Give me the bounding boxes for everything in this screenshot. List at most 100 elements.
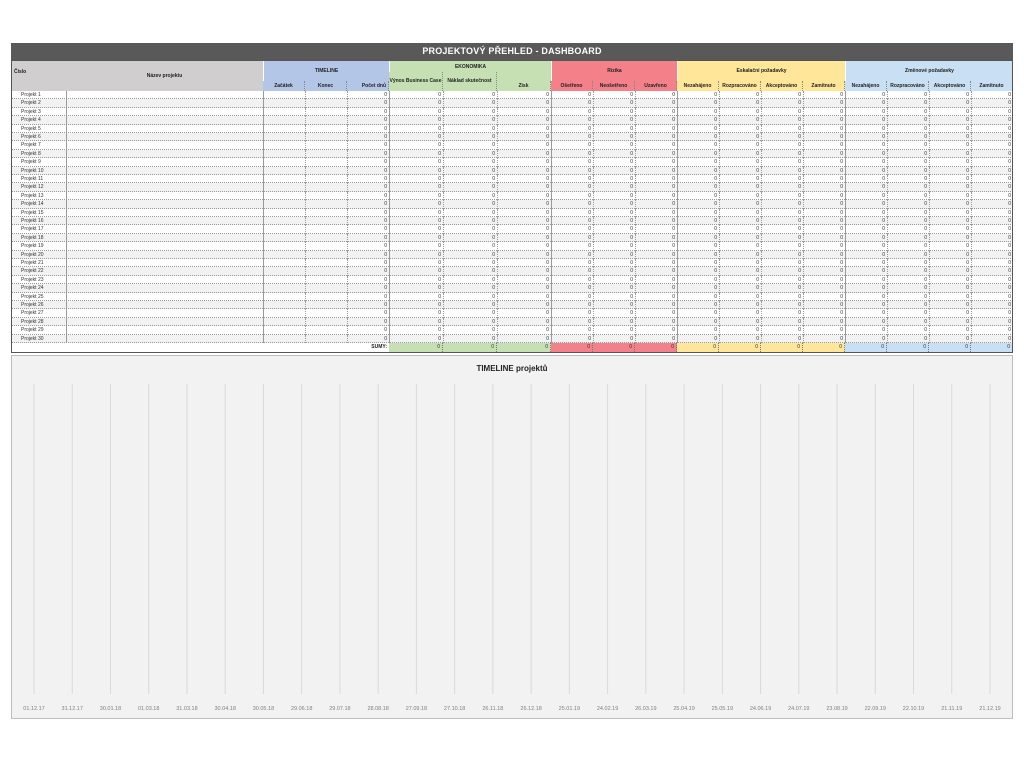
cell-divider: [497, 133, 498, 142]
cell-value: 0: [1008, 318, 1011, 325]
cell-value: 0: [1008, 167, 1011, 174]
cell-divider: [66, 217, 67, 226]
cell-value: 0: [756, 167, 759, 174]
project-name: Projekt 7: [21, 142, 41, 149]
cell-value: 0: [798, 251, 801, 258]
cell-divider: [593, 250, 594, 259]
cell-divider: [305, 91, 306, 100]
cell-value: 0: [492, 234, 495, 241]
cell-value: 0: [384, 117, 387, 124]
cell-divider: [971, 208, 972, 217]
cell-value: 0: [756, 142, 759, 149]
cell-divider: [929, 242, 930, 251]
cell-value: 0: [492, 167, 495, 174]
cell-value: 0: [384, 125, 387, 132]
cell-divider: [929, 292, 930, 301]
cell-value: 0: [438, 117, 441, 124]
timeline-chart[interactable]: TIMELINE projektů 01.12.17 31.12.17 30.01.…: [11, 355, 1013, 719]
cell-divider: [719, 91, 720, 100]
cell-divider: [593, 301, 594, 310]
cell-value: 0: [630, 184, 633, 191]
cell-value: 0: [438, 108, 441, 115]
cell-divider: [389, 275, 390, 285]
sum-value: 0: [881, 344, 884, 350]
subheader-rizika-2: Neošetřeno: [593, 81, 635, 91]
cell-value: 0: [714, 285, 717, 292]
sum-cell: 0: [389, 343, 443, 352]
cell-divider: [347, 208, 348, 217]
cell-value: 0: [756, 251, 759, 258]
cell-divider: [929, 191, 930, 201]
cell-value: 0: [438, 310, 441, 317]
cell-value: 0: [756, 335, 759, 342]
cell-divider: [761, 208, 762, 217]
cell-value: 0: [882, 310, 885, 317]
project-name: Projekt 6: [21, 134, 41, 140]
cell-value: 0: [714, 142, 717, 149]
cell-value: 0: [924, 134, 927, 140]
cell-divider: [593, 116, 594, 125]
cell-value: 0: [546, 327, 549, 334]
cell-divider: [66, 191, 67, 201]
cell-divider: [305, 233, 306, 243]
cell-divider: [929, 233, 930, 243]
cell-divider: [845, 284, 846, 293]
cell-value: 0: [924, 159, 927, 166]
cell-value: 0: [672, 117, 675, 124]
cell-value: 0: [630, 251, 633, 258]
cell-value: 0: [588, 335, 591, 342]
cell-divider: [551, 141, 552, 150]
cell-divider: [635, 99, 636, 108]
cell-divider: [443, 292, 444, 301]
cell-divider: [761, 317, 762, 327]
cell-divider: [263, 317, 264, 327]
project-name: Projekt 10: [21, 167, 44, 174]
cell-divider: [971, 250, 972, 259]
cell-divider: [887, 107, 888, 117]
cell-value: 0: [1008, 92, 1011, 98]
cell-value: 0: [630, 159, 633, 166]
cell-divider: [305, 183, 306, 192]
cell-divider: [443, 301, 444, 310]
cell-divider: [389, 158, 390, 167]
cell-value: 0: [384, 327, 387, 334]
x-tick-label: 22.10.19: [903, 706, 924, 712]
cell-divider: [929, 166, 930, 175]
cell-divider: [719, 116, 720, 125]
cell-divider: [719, 284, 720, 293]
cell-divider: [263, 326, 264, 335]
cell-divider: [389, 99, 390, 108]
cell-divider: [761, 166, 762, 175]
cell-divider: [761, 334, 762, 343]
cell-divider: [593, 107, 594, 117]
cell-divider: [971, 149, 972, 159]
cell-divider: [719, 259, 720, 268]
cell-value: 0: [924, 117, 927, 124]
cell-divider: [677, 133, 678, 142]
cell-divider: [389, 309, 390, 318]
cell-value: 0: [714, 108, 717, 115]
cell-value: 0: [588, 318, 591, 325]
cell-value: 0: [714, 335, 717, 342]
cell-divider: [305, 200, 306, 209]
cell-divider: [263, 267, 264, 276]
x-tick-label: 24.02.19: [597, 706, 618, 712]
cell-value: 0: [966, 176, 969, 182]
cell-divider: [887, 334, 888, 343]
cell-value: 0: [492, 285, 495, 292]
cell-value: 0: [588, 125, 591, 132]
cell-divider: [443, 233, 444, 243]
cell-value: 0: [882, 100, 885, 107]
cell-value: 0: [546, 184, 549, 191]
cell-divider: [719, 166, 720, 175]
table-row: Projekt 18 0 0 0 0 0 0 0 0 0 0 0 0 0 0 0: [11, 233, 1013, 243]
cell-divider: [347, 149, 348, 159]
table-row: Projekt 7 0 0 0 0 0 0 0 0 0 0 0 0 0 0 0: [11, 141, 1013, 150]
cell-value: 0: [588, 276, 591, 283]
cell-divider: [845, 99, 846, 108]
cell-divider: [305, 149, 306, 159]
cell-divider: [845, 158, 846, 167]
cell-divider: [263, 141, 264, 150]
cell-value: 0: [384, 226, 387, 233]
cell-divider: [593, 175, 594, 184]
